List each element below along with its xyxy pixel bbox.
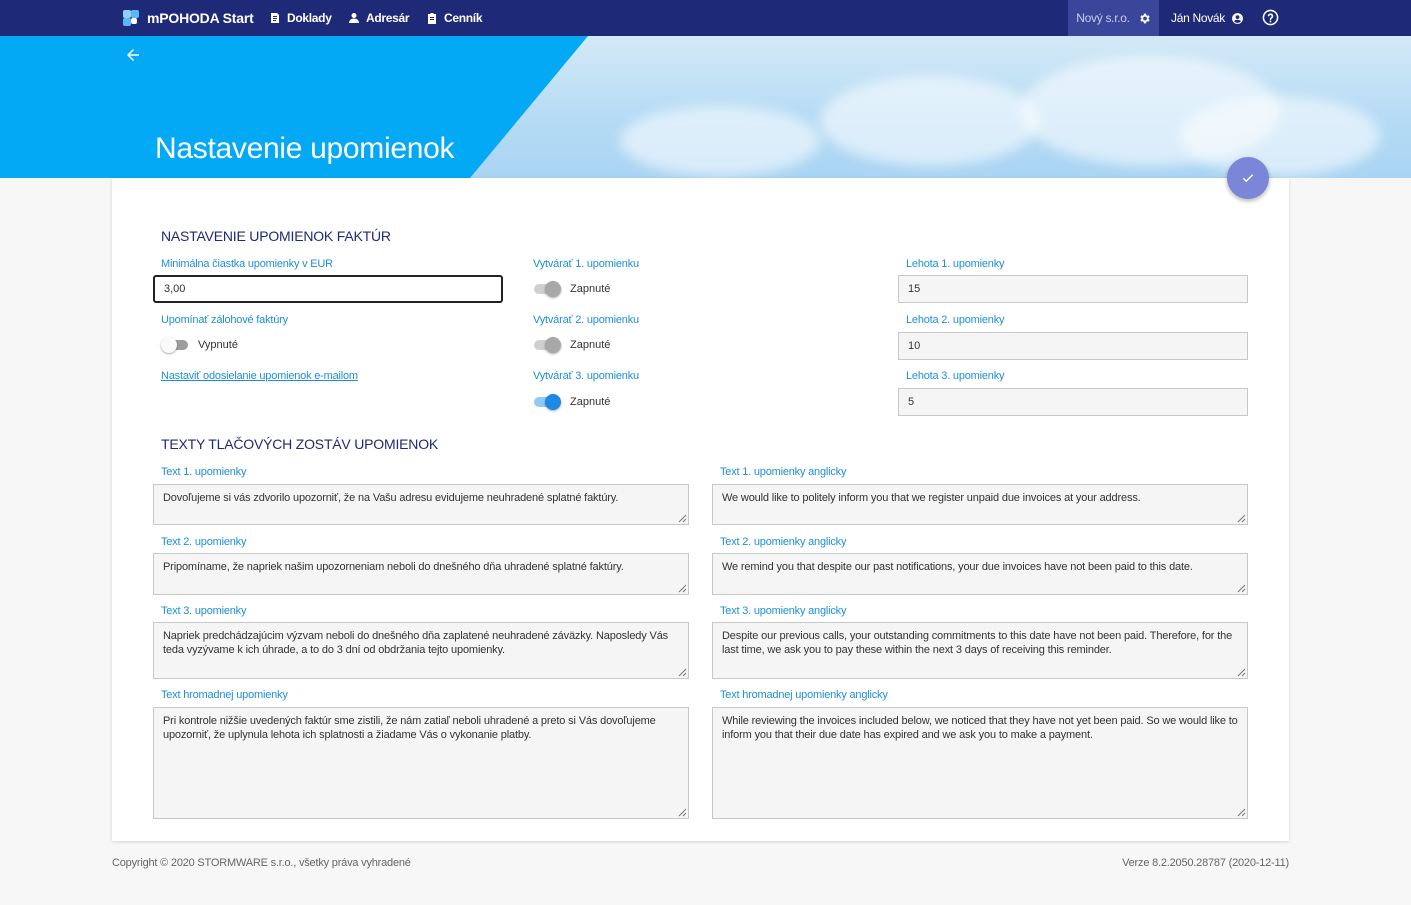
due-2-input[interactable]: 10 xyxy=(898,332,1248,360)
create-reminder-3-label: Vytvárať 3. upomienku xyxy=(533,370,639,382)
create-reminder-1-toggle[interactable]: Zapnuté xyxy=(534,281,611,297)
nav-doklady[interactable]: Doklady xyxy=(269,0,332,36)
text-2-en-textarea[interactable]: We remind you that despite our past noti… xyxy=(712,553,1248,595)
text-3-value: Napriek predchádzajúcim výzvam neboli do… xyxy=(163,630,669,656)
create-reminder-2-label: Vytvárať 2. upomienku xyxy=(533,314,639,326)
nav-adresar[interactable]: Adresár xyxy=(348,0,410,36)
email-reminders-link[interactable]: Nastaviť odosielanie upomienok e-mailom xyxy=(161,370,358,382)
due-3-input[interactable]: 5 xyxy=(898,388,1248,416)
nav-doklady-label: Doklady xyxy=(287,11,332,25)
back-arrow-icon[interactable] xyxy=(124,46,142,64)
resize-grip-icon[interactable] xyxy=(678,514,687,523)
text-bulk-value: Pri kontrole nižšie uvedených faktúr sme… xyxy=(163,715,656,741)
due-3-label: Lehota 3. upomienky xyxy=(906,370,1005,382)
text-2-en-label: Text 2. upomienky anglicky xyxy=(720,536,847,548)
resize-grip-icon[interactable] xyxy=(678,668,687,677)
text-3-label: Text 3. upomienky xyxy=(161,605,247,617)
text-1-en-label: Text 1. upomienky anglicky xyxy=(720,466,847,478)
user-name: Ján Novák xyxy=(1171,11,1225,25)
text-bulk-textarea[interactable]: Pri kontrole nižšie uvedených faktúr sme… xyxy=(153,707,689,819)
text-2-textarea[interactable]: Pripomíname, že napriek našim upozorneni… xyxy=(153,553,689,595)
text-2-label: Text 2. upomienky xyxy=(161,536,247,548)
person-icon xyxy=(349,13,359,23)
advance-invoices-toggle[interactable]: Vypnuté xyxy=(161,337,238,353)
section-title-settings: NASTAVENIE UPOMIENOK FAKTÚR xyxy=(161,228,391,244)
text-bulk-en-textarea[interactable]: While reviewing the invoices included be… xyxy=(712,707,1248,819)
text-3-textarea[interactable]: Napriek predchádzajúcim výzvam neboli do… xyxy=(153,622,689,679)
min-amount-input[interactable]: 3,00 xyxy=(153,275,503,303)
nav-cennik[interactable]: Cenník xyxy=(426,0,483,36)
resize-grip-icon[interactable] xyxy=(678,808,687,817)
create-reminder-1-state: Zapnuté xyxy=(570,283,611,295)
text-1-textarea[interactable]: Dovoľujeme si vás zdvorilo upozorniť, že… xyxy=(153,484,689,525)
company-name: Nový s.r.o. xyxy=(1076,11,1130,25)
app-name: mPOHODA Start xyxy=(147,10,254,26)
create-reminder-1-label: Vytvárať 1. upomienku xyxy=(533,258,639,270)
pohoda-logo-icon xyxy=(121,8,141,28)
text-bulk-en-value: While reviewing the invoices included be… xyxy=(722,715,1238,741)
resize-grip-icon[interactable] xyxy=(1237,808,1246,817)
text-2-en-value: We remind you that despite our past noti… xyxy=(722,561,1193,573)
text-3-en-value: Despite our previous calls, your outstan… xyxy=(722,630,1233,656)
footer-version: Verze 8.2.2050.28787 (2020-12-11) xyxy=(1122,857,1289,869)
resize-grip-icon[interactable] xyxy=(1237,584,1246,593)
text-bulk-label: Text hromadnej upomienky xyxy=(161,689,288,701)
account-circle-icon xyxy=(1232,12,1243,24)
nav-cennik-label: Cenník xyxy=(444,11,483,25)
create-reminder-2-state: Zapnuté xyxy=(570,339,611,351)
resize-grip-icon[interactable] xyxy=(1237,514,1246,523)
section-title-texts: TEXTY TLAČOVÝCH ZOSTÁV UPOMIENOK xyxy=(161,436,439,452)
due-2-label: Lehota 2. upomienky xyxy=(906,314,1005,326)
checkmark-icon xyxy=(1242,174,1254,183)
text-1-en-textarea[interactable]: We would like to politely inform you tha… xyxy=(712,484,1248,525)
text-1-value: Dovoľujeme si vás zdvorilo upozorniť, že… xyxy=(163,492,619,504)
user-menu[interactable]: Ján Novák xyxy=(1171,0,1244,36)
app-brand[interactable]: mPOHODA Start xyxy=(121,0,254,36)
gear-icon xyxy=(1140,13,1150,23)
clipboard-icon xyxy=(428,13,436,24)
text-3-en-label: Text 3. upomienky anglicky xyxy=(720,605,847,617)
due-1-input[interactable]: 15 xyxy=(898,275,1248,303)
text-1-en-value: We would like to politely inform you tha… xyxy=(722,492,1141,504)
text-3-en-textarea[interactable]: Despite our previous calls, your outstan… xyxy=(712,622,1248,679)
min-amount-label: Minimálna čiastka upomienky v EUR xyxy=(161,258,333,270)
create-reminder-3-toggle[interactable]: Zapnuté xyxy=(534,394,611,410)
page-title: Nastavenie upomienok xyxy=(155,132,455,165)
settings-card: NASTAVENIE UPOMIENOK FAKTÚR Minimálna či… xyxy=(112,178,1289,841)
create-reminder-3-state: Zapnuté xyxy=(570,396,611,408)
page-header-banner: Nastavenie upomienok xyxy=(0,36,1411,178)
due-1-label: Lehota 1. upomienky xyxy=(906,258,1005,270)
text-1-label: Text 1. upomienky xyxy=(161,466,247,478)
nav-adresar-label: Adresár xyxy=(366,11,410,25)
footer-copyright: Copyright © 2020 STORMWARE s.r.o., všetk… xyxy=(112,857,411,869)
resize-grip-icon[interactable] xyxy=(678,584,687,593)
company-selector[interactable]: Nový s.r.o. xyxy=(1068,0,1159,36)
text-bulk-en-label: Text hromadnej upomienky anglicky xyxy=(720,689,888,701)
create-reminder-2-toggle[interactable]: Zapnuté xyxy=(534,337,611,353)
advance-invoices-state: Vypnuté xyxy=(198,339,238,351)
help-icon[interactable] xyxy=(1262,9,1279,26)
top-navbar: mPOHODA Start Doklady Adresár Cenník Nov… xyxy=(0,0,1411,36)
resize-grip-icon[interactable] xyxy=(1237,668,1246,677)
documents-icon xyxy=(271,13,279,23)
text-2-value: Pripomíname, že napriek našim upozorneni… xyxy=(163,561,624,573)
advance-invoices-label: Upomínať zálohové faktúry xyxy=(161,314,288,326)
save-button[interactable] xyxy=(1227,157,1269,199)
